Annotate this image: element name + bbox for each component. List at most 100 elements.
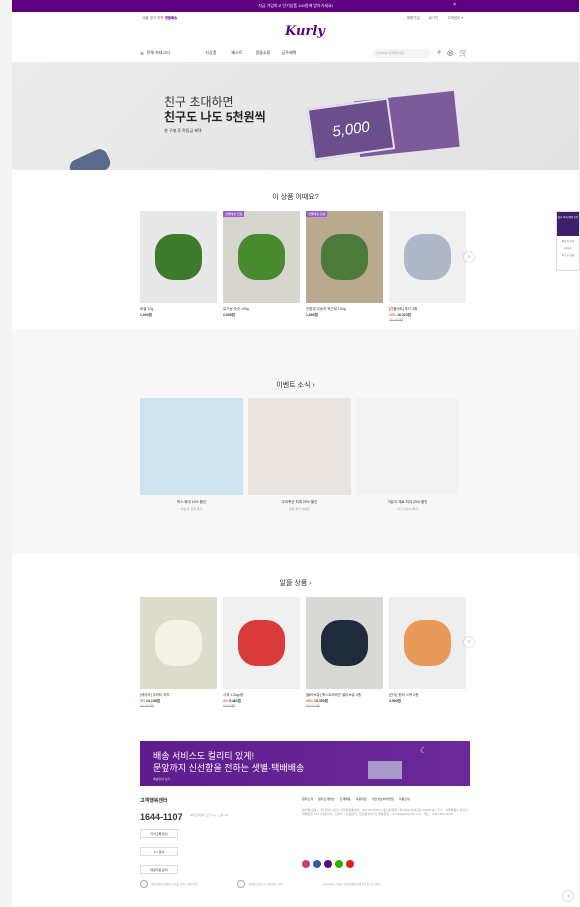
product-name[interactable]: [선물세트] 푸드 3종 xyxy=(389,307,466,312)
event-image[interactable] xyxy=(140,398,243,495)
product-badge: 샛별배송 전용 xyxy=(306,211,328,217)
product-price: 3,900원 xyxy=(389,699,401,703)
category-label[interactable]: 전체 카테고리 xyxy=(147,50,170,56)
product-card[interactable]: [올리브유] 엑스트라버진 올리브유 2종 39% 15,350원 25,000원 xyxy=(306,597,383,709)
product-image[interactable] xyxy=(223,597,300,689)
product-name[interactable]: 사과 1.2kg/봉 xyxy=(223,693,300,698)
recommend-products: 바질 10g 1,800원 샛별배송 전용 유기농 쑥갓 100g 2,900원 샛별배송… xyxy=(140,211,470,323)
product-name[interactable]: 유기농 쑥갓 100g xyxy=(223,307,300,312)
event-image[interactable] xyxy=(248,398,351,495)
hamburger-icon[interactable]: ☰ xyxy=(140,51,144,56)
event-name[interactable]: 박스 최대 15% 할인 xyxy=(140,500,243,505)
customer-center-link[interactable]: 고객센터 ▾ xyxy=(447,16,463,21)
delivery-link[interactable]: 샛별배송 xyxy=(164,16,177,20)
product-price-row: 1,800원 xyxy=(306,313,383,318)
event-card[interactable]: 이유식 재료 최대 25% 할인 아기 이유식 특가 xyxy=(356,398,459,511)
facebook-icon[interactable] xyxy=(313,860,321,868)
footer-link[interactable]: 컬리소개영상 xyxy=(318,797,335,801)
close-icon[interactable]: × xyxy=(453,2,456,8)
product-price: 1,800원 xyxy=(140,313,152,317)
product-name[interactable]: 친환경 무농약 적근대 100g xyxy=(306,307,383,312)
footer-link[interactable]: 개인정보처리방침 xyxy=(372,797,394,801)
main-menu: 신상품 베스트 알뜰쇼핑 금주혜택 xyxy=(198,50,361,56)
discount-rate: 20% xyxy=(389,313,397,317)
youtube-icon[interactable] xyxy=(346,860,354,868)
login-link[interactable]: 로그인 xyxy=(429,16,439,21)
bulk-inquiry-button[interactable]: 대량주문 문의 xyxy=(140,865,178,874)
event-list: 박스 최대 15% 할인 이번 주 한정 특가 우리축산 최대 25% 할인 정육 특… xyxy=(140,398,470,511)
search-icon[interactable]: ⌕ xyxy=(437,49,441,57)
sns-links xyxy=(302,860,354,868)
cs-phone: 1644-1107 xyxy=(140,812,183,822)
banner-link[interactable]: 배송안내 보기 xyxy=(153,777,170,781)
cart-icon[interactable]: 🛒 xyxy=(459,49,468,57)
product-price: 2,900원 xyxy=(223,313,235,317)
cert-icon xyxy=(140,880,148,888)
recommend-title: 이 상품 어때요? xyxy=(272,194,319,201)
product-card[interactable]: 바질 10g 1,800원 xyxy=(140,211,217,323)
delivery-banner[interactable]: 배송 서비스도 컬리티 있게! 문앞까지 신선함을 전하는 샛별·택배배송 배송… xyxy=(140,741,470,786)
next-arrow-icon[interactable]: › xyxy=(464,637,474,647)
logo[interactable]: Kurly xyxy=(285,24,325,39)
nav-new[interactable]: 신상품 xyxy=(198,50,224,56)
sticky-benefit[interactable]: 컬리 최대 혜택 모음 xyxy=(557,212,579,236)
product-card[interactable]: 샛별배송 전용유기농 쑥갓 100g 2,900원 xyxy=(223,211,300,323)
footer-link[interactable]: 인재채용 xyxy=(340,797,351,801)
product-visual xyxy=(404,620,451,666)
cs-row: 카카오톡 문의 xyxy=(140,829,178,838)
event-image[interactable] xyxy=(356,398,459,495)
event-name[interactable]: 우리축산 최대 25% 할인 xyxy=(248,500,351,505)
discount-rate: 5% xyxy=(140,699,146,703)
nav-benefit[interactable]: 금주혜택 xyxy=(276,50,302,56)
product-card[interactable]: [선물세트] 푸드 3종 20% 16,320원 20,400원 xyxy=(389,211,466,323)
spool-image xyxy=(67,146,113,170)
nav-deal[interactable]: 알뜰쇼핑 xyxy=(250,50,276,56)
one-to-one-button[interactable]: 1:1 문의 xyxy=(140,847,178,856)
product-card[interactable]: 샛별배송 전용친환경 무농약 적근대 100g 1,800원 xyxy=(306,211,383,323)
location-icon[interactable]: ◎ xyxy=(447,49,453,57)
product-card[interactable]: [간식] 현미 스틱 2종 3,900원 xyxy=(389,597,466,709)
sticky-item[interactable]: 최근 본 상품 xyxy=(557,253,579,257)
product-badge: 샛별배송 전용 xyxy=(223,211,245,217)
product-image[interactable]: 샛별배송 전용 xyxy=(223,211,300,303)
event-card[interactable]: 박스 최대 15% 할인 이번 주 한정 특가 xyxy=(140,398,243,511)
product-image[interactable] xyxy=(140,597,217,689)
sticky-item[interactable]: 배송지 등록 xyxy=(557,239,579,243)
top-banner-text[interactable]: 지금 가입하고 인기상품 100원에 받아가세요! xyxy=(258,3,333,9)
product-image[interactable] xyxy=(389,597,466,689)
event-name[interactable]: 이유식 재료 최대 25% 할인 xyxy=(356,500,459,505)
product-image[interactable] xyxy=(140,211,217,303)
naver-icon[interactable] xyxy=(335,860,343,868)
signup-link[interactable]: 회원가입 xyxy=(407,16,420,21)
product-card[interactable]: [케이브] 무라타 치즈 5% 14,155원 14,900원 xyxy=(140,597,217,709)
hero-banner[interactable]: 5,000 친구 초대하면 친구도 나도 5천원씩 첫 구매 후 적립금 혜택 xyxy=(12,62,579,170)
product-image[interactable] xyxy=(306,597,383,689)
instagram-icon[interactable] xyxy=(302,860,310,868)
event-title[interactable]: 이벤트 소식 › xyxy=(12,380,579,390)
product-name[interactable]: [올리브유] 엑스트라버진 올리브유 2종 xyxy=(306,693,383,698)
product-image[interactable] xyxy=(389,211,466,303)
nav-best[interactable]: 베스트 xyxy=(224,50,250,56)
utility-links: 회원가입 로그인 고객센터 ▾ xyxy=(407,16,463,21)
product-visual xyxy=(321,620,368,666)
sticky-item[interactable]: 레시피 xyxy=(557,246,579,250)
category-menu[interactable]: ☰ 전체 카테고리 xyxy=(140,50,198,56)
footer-link[interactable]: 컬리소개 xyxy=(302,797,313,801)
product-image[interactable]: 샛별배송 전용 xyxy=(306,211,383,303)
product-card[interactable]: 사과 1.2kg/봉 3% 9,461원 9,900원 xyxy=(223,597,300,709)
next-arrow-icon[interactable]: › xyxy=(464,252,474,262)
deal-title[interactable]: 알뜰 상품 › xyxy=(12,578,579,588)
footer-link[interactable]: 이용약관 xyxy=(356,797,367,801)
kakao-inquiry-button[interactable]: 카카오톡 문의 xyxy=(140,829,178,838)
product-name[interactable]: [간식] 현미 스틱 2종 xyxy=(389,693,466,698)
top-banner[interactable]: 지금 가입하고 인기상품 100원에 받아가세요! × xyxy=(12,0,579,12)
footer-link[interactable]: 이용안내 xyxy=(399,797,410,801)
cert-payments: payments 고객님은 안전거래를 위해 현금 등으로 결제시 xyxy=(322,883,382,886)
event-card[interactable]: 우리축산 최대 25% 할인 정육 특가 이벤트 xyxy=(248,398,351,511)
scroll-top-button[interactable]: ↑ xyxy=(562,890,574,902)
blog-icon[interactable] xyxy=(324,860,332,868)
discount-rate: 3% xyxy=(223,699,229,703)
product-name[interactable]: [케이브] 무라타 치즈 xyxy=(140,693,217,698)
product-name[interactable]: 바질 10g xyxy=(140,307,217,312)
search-input[interactable]: 검색어를 입력해주세요 xyxy=(373,48,432,58)
